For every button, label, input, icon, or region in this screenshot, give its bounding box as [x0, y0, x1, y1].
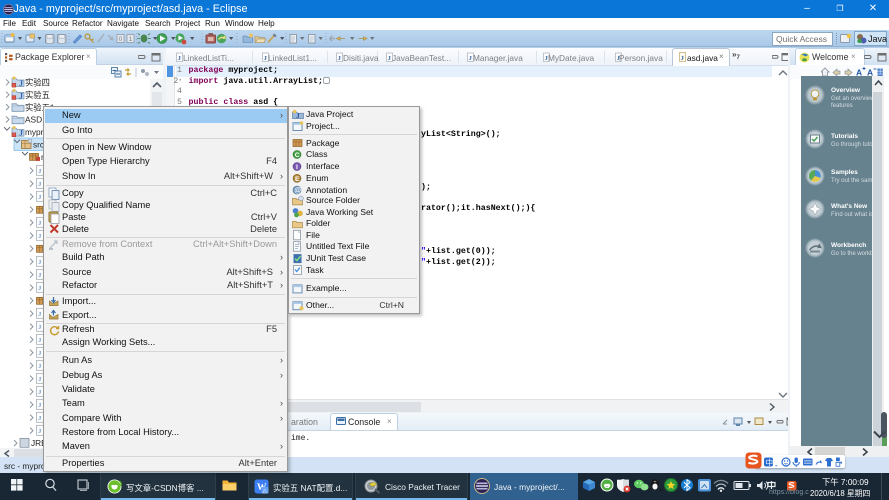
svg-text:ˍ: ˍ — [775, 458, 778, 467]
svg-text:0: 0 — [119, 36, 123, 43]
svg-text:实验四: 实验四 — [25, 78, 50, 88]
svg-text:E: E — [295, 176, 300, 183]
svg-text:C: C — [295, 152, 300, 159]
svg-text:1: 1 — [129, 36, 133, 43]
svg-text:I: I — [296, 164, 298, 171]
svg-text:ASD: ASD — [25, 115, 42, 125]
svg-text:实验五: 实验五 — [25, 90, 50, 100]
svg-text:J: J — [296, 111, 300, 120]
svg-text:@: @ — [294, 188, 301, 195]
svg-text:中: 中 — [766, 457, 774, 467]
